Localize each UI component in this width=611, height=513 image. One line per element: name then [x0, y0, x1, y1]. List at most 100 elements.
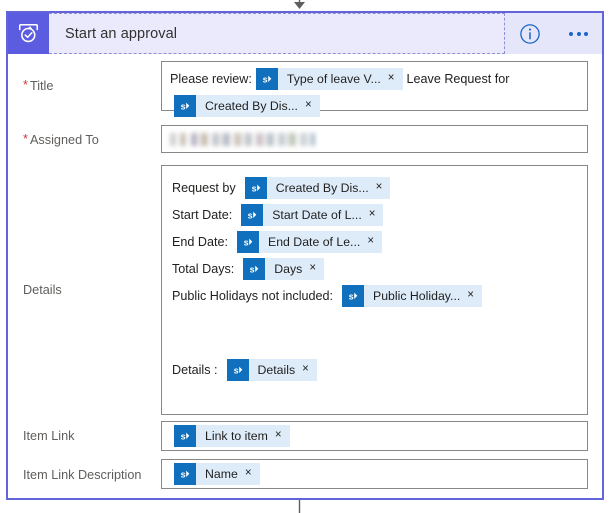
- details-line-start-date: Start Date: s Start Date of L... ×: [172, 203, 577, 227]
- assigned-to-input[interactable]: [161, 125, 588, 153]
- token-remove-icon[interactable]: ×: [376, 182, 391, 194]
- token-label: Public Holiday...: [373, 289, 461, 303]
- item-link-description-input[interactable]: s Name ×: [161, 459, 588, 489]
- card-header-actions: [505, 13, 602, 54]
- token-label: Type of leave V...: [286, 72, 381, 86]
- token-public-holidays[interactable]: s Public Holiday... ×: [342, 285, 482, 307]
- field-label-item-link: Item Link: [8, 417, 161, 455]
- token-label: Details: [257, 363, 296, 377]
- details-label-start-date: Start Date:: [172, 208, 233, 222]
- field-label-title: * Title: [8, 54, 161, 117]
- title-text-1: Please review:: [170, 72, 252, 86]
- field-row-item-link-description: Item Link Description s Name ×: [8, 455, 602, 495]
- token-remove-icon[interactable]: ×: [309, 263, 324, 275]
- token-remove-icon[interactable]: ×: [367, 236, 382, 248]
- title-input[interactable]: Please review: s Type of leave V... × Le…: [161, 61, 588, 117]
- token-end-date-of-leave[interactable]: s End Date of Le... ×: [237, 231, 383, 253]
- details-label-total-days: Total Days:: [172, 262, 235, 276]
- field-row-item-link: Item Link s Link to item ×: [8, 417, 602, 455]
- item-link-input[interactable]: s Link to item ×: [161, 421, 588, 451]
- token-details[interactable]: s Details ×: [226, 359, 317, 381]
- required-marker-assigned-to: *: [23, 132, 28, 147]
- token-created-by-display[interactable]: s Created By Dis... ×: [244, 177, 391, 199]
- field-label-text-item-link: Item Link: [23, 429, 75, 443]
- card-header[interactable]: Start an approval: [8, 13, 602, 54]
- field-row-assigned-to: * Assigned To: [8, 117, 602, 162]
- details-line-details: Details : s Details ×: [172, 358, 577, 382]
- ellipsis-icon[interactable]: [569, 31, 588, 36]
- field-label-text-item-link-description: Item Link Description: [23, 468, 142, 482]
- token-remove-icon[interactable]: ×: [302, 364, 317, 376]
- token-remove-icon[interactable]: ×: [305, 100, 320, 112]
- token-label: Days: [274, 262, 303, 276]
- sharepoint-icon: s: [174, 425, 196, 447]
- sharepoint-icon: s: [342, 285, 365, 307]
- flow-connector-top: [294, 0, 305, 9]
- token-remove-icon[interactable]: ×: [388, 73, 403, 85]
- token-days[interactable]: s Days ×: [243, 258, 325, 280]
- title-line-1: Please review: s Type of leave V... × Le…: [170, 67, 579, 91]
- details-label-details: Details :: [172, 363, 218, 377]
- info-icon[interactable]: [519, 23, 541, 45]
- sharepoint-icon: s: [255, 68, 278, 90]
- token-label: Created By Dis...: [205, 99, 298, 113]
- sharepoint-icon: s: [237, 231, 260, 253]
- details-blank-lines: [172, 311, 577, 358]
- token-label: End Date of Le...: [268, 235, 361, 249]
- field-label-text-title: Title: [29, 78, 54, 93]
- field-row-details: Details Request by s Created By Dis... ×: [8, 162, 602, 417]
- svg-text:s: s: [181, 101, 186, 111]
- svg-text:s: s: [248, 210, 253, 220]
- action-card-start-an-approval[interactable]: Start an approval * Title Please review:…: [6, 11, 604, 500]
- title-text-2: Leave Request for: [406, 72, 510, 86]
- field-label-text-assigned-to: Assigned To: [29, 132, 99, 147]
- field-label-item-link-description: Item Link Description: [8, 455, 161, 495]
- svg-text:s: s: [263, 74, 268, 84]
- card-title-zone[interactable]: Start an approval: [49, 13, 505, 54]
- svg-text:s: s: [349, 291, 354, 301]
- token-label: Start Date of L...: [272, 208, 362, 222]
- title-line-2: s Created By Dis... ×: [170, 94, 579, 118]
- field-row-title: * Title Please review: s Type of leave V…: [8, 54, 602, 117]
- svg-text:s: s: [181, 431, 186, 441]
- details-line-end-date: End Date: s End Date of Le... ×: [172, 230, 577, 254]
- required-marker-title: *: [23, 78, 28, 93]
- details-label-end-date: End Date:: [172, 235, 229, 249]
- token-label: Link to item: [205, 429, 268, 443]
- redacted-value: [170, 132, 315, 146]
- sharepoint-icon: s: [226, 359, 249, 381]
- approval-icon: [8, 13, 49, 54]
- token-remove-icon[interactable]: ×: [275, 430, 290, 442]
- token-remove-icon[interactable]: ×: [467, 290, 482, 302]
- svg-text:s: s: [233, 365, 238, 375]
- page-title: Start an approval: [65, 25, 178, 42]
- token-start-date-of-leave[interactable]: s Start Date of L... ×: [241, 204, 384, 226]
- sharepoint-icon: s: [243, 258, 266, 280]
- card-body: * Title Please review: s Type of leave V…: [8, 54, 602, 495]
- token-created-by-display[interactable]: s Created By Dis... ×: [174, 95, 320, 117]
- token-label: Name: [205, 467, 238, 481]
- details-label-request-by: Request by: [172, 181, 236, 195]
- token-label: Created By Dis...: [275, 181, 369, 195]
- svg-text:s: s: [251, 183, 256, 193]
- token-remove-icon[interactable]: ×: [245, 468, 260, 480]
- field-label-details: Details: [8, 162, 161, 417]
- svg-text:s: s: [181, 469, 186, 479]
- token-link-to-item[interactable]: s Link to item ×: [174, 425, 290, 447]
- token-name[interactable]: s Name ×: [174, 463, 260, 485]
- svg-text:s: s: [244, 237, 249, 247]
- sharepoint-icon: s: [174, 95, 196, 117]
- details-label-public-holidays: Public Holidays not included:: [172, 289, 334, 303]
- flow-connector-bottom: [298, 500, 301, 513]
- sharepoint-icon: s: [241, 204, 264, 226]
- field-label-text-details: Details: [23, 282, 62, 297]
- details-input[interactable]: Request by s Created By Dis... × Start D…: [161, 165, 588, 415]
- details-line-total-days: Total Days: s Days ×: [172, 257, 577, 281]
- token-type-of-leave[interactable]: s Type of leave V... ×: [255, 68, 403, 90]
- token-remove-icon[interactable]: ×: [369, 209, 384, 221]
- svg-text:s: s: [250, 264, 255, 274]
- sharepoint-icon: s: [174, 463, 196, 485]
- details-line-request-by: Request by s Created By Dis... ×: [172, 176, 577, 200]
- field-label-assigned-to: * Assigned To: [8, 117, 161, 162]
- details-line-public-holidays: Public Holidays not included: s Public H…: [172, 284, 577, 308]
